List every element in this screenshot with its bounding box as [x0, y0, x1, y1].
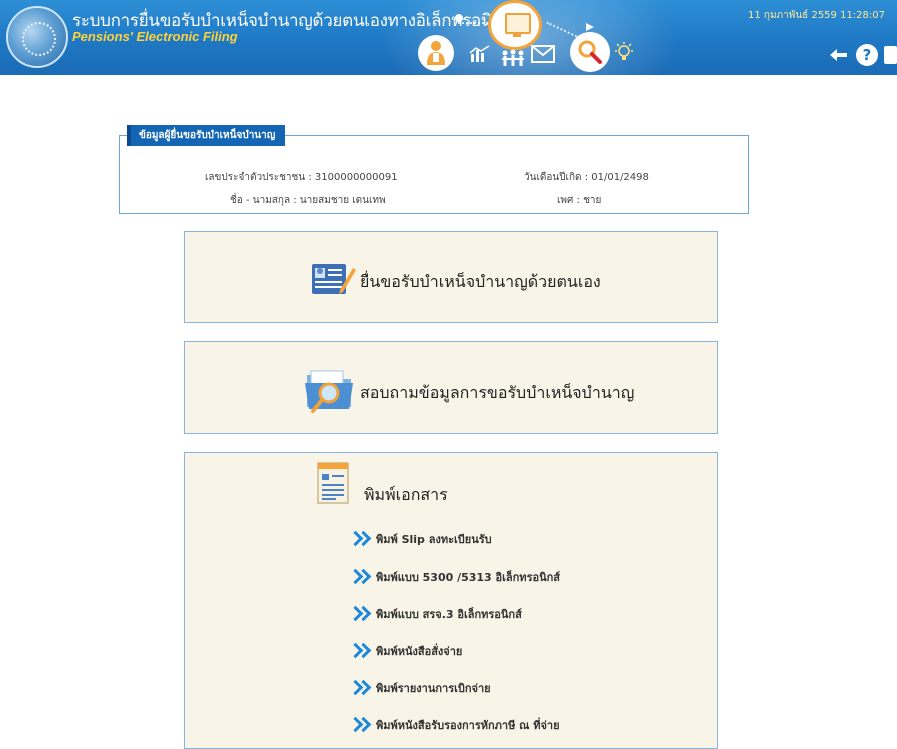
- lightbulb-icon[interactable]: [612, 40, 636, 66]
- print-documents-title: พิมพ์เอกสาร: [364, 485, 448, 504]
- print-tax-certificate-link[interactable]: พิมพ์หนังสือรับรองการหักภาษี ณ ที่จ่าย: [350, 715, 560, 735]
- birth-date-text: วันเดือนปีเกิด : 01/01/2498: [524, 172, 649, 183]
- print-slip-label: พิมพ์ Slip ลงทะเบียนรับ: [376, 533, 492, 546]
- app-header: ระบบการยื่นขอรับบำเหน็จบำนาญด้วยตนเองทาง…: [0, 0, 897, 75]
- print-document-icon: [314, 461, 354, 511]
- double-chevron-icon: [350, 679, 370, 697]
- app-title-english: Pensions' Electronic Filing: [72, 29, 238, 44]
- monitor-icon[interactable]: [488, 0, 542, 50]
- exit-icon[interactable]: [884, 46, 897, 64]
- print-documents-panel: [184, 452, 718, 749]
- family-icon[interactable]: [500, 48, 526, 68]
- print-form-5300-link[interactable]: พิมพ์แบบ 5300 /5313 อิเล็กทรอนิกส์: [350, 567, 560, 587]
- gender-text: เพศ : ชาย: [557, 195, 602, 206]
- chart-icon[interactable]: [468, 44, 492, 64]
- person-icon[interactable]: [418, 35, 454, 71]
- double-chevron-icon: [350, 530, 370, 548]
- cursor-icon: [585, 22, 595, 32]
- double-chevron-icon: [350, 568, 370, 586]
- print-form-5300-label: พิมพ์แบบ 5300 /5313 อิเล็กทรอนิกส์: [376, 571, 560, 584]
- mail-icon[interactable]: [530, 44, 556, 64]
- print-tax-certificate-label: พิมพ์หนังสือรับรองการหักภาษี ณ ที่จ่าย: [376, 719, 560, 732]
- help-icon[interactable]: ?: [856, 44, 878, 66]
- header-dot: [455, 14, 463, 22]
- department-seal-logo: [6, 6, 68, 68]
- file-pension-link[interactable]: ยื่นขอรับบำเหน็จบำนาญด้วยตนเอง: [360, 270, 601, 295]
- search-icon[interactable]: [570, 32, 610, 72]
- print-disbursement-report-label: พิมพ์รายงานการเบิกจ่าย: [376, 682, 491, 695]
- print-payment-order-label: พิมพ์หนังสือสั่งจ่าย: [376, 645, 463, 658]
- folder-search-icon: [303, 365, 359, 417]
- print-form-srj3-label: พิมพ์แบบ สรจ.3 อิเล็กทรอนิกส์: [376, 608, 522, 621]
- print-payment-order-link[interactable]: พิมพ์หนังสือสั่งจ่าย: [350, 641, 462, 661]
- inquiry-link[interactable]: สอบถามข้อมูลการขอรับบำเหน็จบำนาญ: [360, 381, 634, 406]
- header-decor-line: [458, 22, 488, 24]
- print-form-srj3-link[interactable]: พิมพ์แบบ สรจ.3 อิเล็กทรอนิกส์: [350, 604, 522, 624]
- double-chevron-icon: [350, 642, 370, 660]
- citizen-id-text: เลขประจำตัวประชาชน : 3100000000091: [205, 172, 398, 183]
- current-datetime: 11 กุมภาพันธ์ 2559 11:28:07: [747, 10, 885, 21]
- full-name-text: ชื่อ - นามสกุล : นายสมชาย เดนเทพ: [230, 195, 386, 206]
- applicant-info-legend: ข้อมูลผู้ยื่นขอรับบำเหน็จบำนาญ: [127, 125, 286, 146]
- print-disbursement-report-link[interactable]: พิมพ์รายงานการเบิกจ่าย: [350, 678, 491, 698]
- double-chevron-icon: [350, 716, 370, 734]
- back-arrow-icon[interactable]: [828, 46, 850, 64]
- print-slip-link[interactable]: พิมพ์ Slip ลงทะเบียนรับ: [350, 529, 492, 549]
- form-document-icon: [310, 260, 356, 304]
- double-chevron-icon: [350, 605, 370, 623]
